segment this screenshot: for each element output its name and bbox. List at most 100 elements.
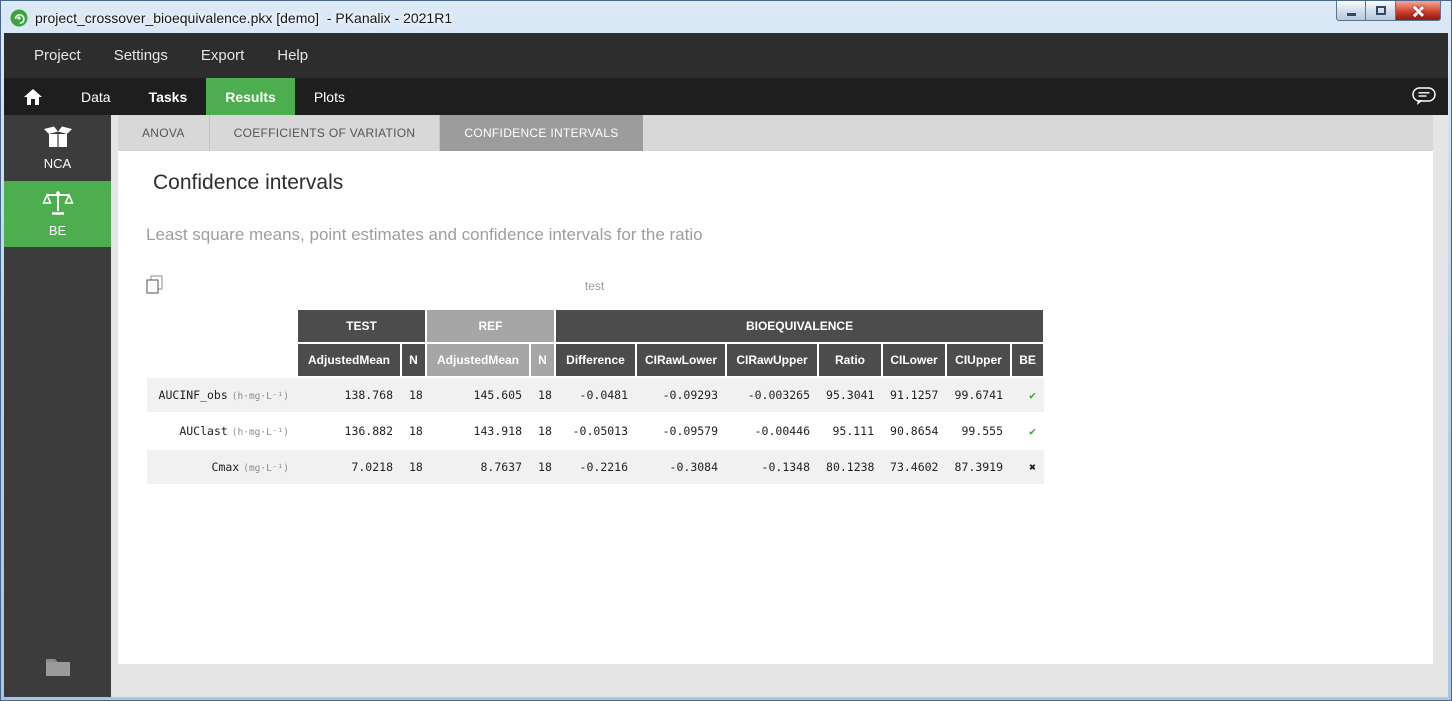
- ci-raw-lower-cell: -0.09293: [636, 377, 726, 413]
- ci-upper-cell: 99.555: [946, 413, 1011, 449]
- balance-scale-icon: [42, 190, 74, 216]
- parameter-cell: AUClast (h·mg·L⁻¹): [147, 413, 297, 449]
- parameter-unit: (h·mg·L⁻¹): [232, 427, 289, 438]
- sidebar-item-label: BE: [49, 223, 66, 238]
- minimize-icon: [1347, 13, 1356, 16]
- tab-confidence-intervals[interactable]: CONFIDENCE INTERVALS: [440, 115, 642, 151]
- parameter-unit: (mg·L⁻¹): [243, 463, 289, 474]
- app-window: project_crossover_bioequivalence.pkx [de…: [0, 0, 1452, 701]
- nav-item-plots[interactable]: Plots: [295, 78, 364, 115]
- header-ratio: Ratio: [818, 343, 882, 377]
- tab-coefficients-of-variation[interactable]: COEFFICIENTS OF VARIATION: [210, 115, 441, 151]
- table-caption-row: test: [146, 275, 1043, 295]
- ci-lower-cell: 73.4602: [882, 449, 946, 484]
- nav-item-tasks[interactable]: Tasks: [130, 78, 207, 115]
- header-test-adjusted-mean: AdjustedMean: [297, 343, 401, 377]
- table-caption: test: [146, 279, 1043, 293]
- project-folder-button[interactable]: [4, 635, 111, 697]
- table-header: PARAMETER TEST REF BIOEQUIVALENCE Adjust…: [147, 309, 1044, 377]
- close-button[interactable]: [1395, 1, 1441, 21]
- tab-anova[interactable]: ANOVA: [118, 115, 210, 151]
- test-adjusted-mean-cell: 7.0218: [297, 449, 401, 484]
- nav-item-results[interactable]: Results: [206, 78, 295, 115]
- parameter-cell: AUCINF_obs (h·mg·L⁻¹): [147, 377, 297, 413]
- ci-upper-cell: 87.3919: [946, 449, 1011, 484]
- maximize-icon: [1376, 6, 1386, 15]
- parameter-unit: (h·mg·L⁻¹): [232, 391, 289, 402]
- results-panel: Confidence intervals Least square means,…: [118, 151, 1433, 664]
- header-ci-upper: CIUpper: [946, 343, 1011, 377]
- nav-bar: Data Tasks Results Plots: [4, 78, 1448, 115]
- close-icon: [1412, 5, 1424, 17]
- header-ci-raw-lower: CIRawLower: [636, 343, 726, 377]
- header-ci-raw-upper: CIRawUpper: [726, 343, 818, 377]
- parameter-name: Cmax: [212, 460, 240, 474]
- test-adjusted-mean-cell: 136.882: [297, 413, 401, 449]
- ratio-cell: 80.1238: [818, 449, 882, 484]
- ci-upper-cell: 99.6741: [946, 377, 1011, 413]
- title-bar[interactable]: project_crossover_bioequivalence.pkx [de…: [4, 1, 1448, 33]
- ci-lower-cell: 91.1257: [882, 377, 946, 413]
- window-title: project_crossover_bioequivalence.pkx [de…: [35, 10, 452, 26]
- difference-cell: -0.2216: [555, 449, 636, 484]
- ref-n-cell: 18: [530, 377, 555, 413]
- menu-item-settings[interactable]: Settings: [114, 47, 168, 64]
- ref-adjusted-mean-cell: 8.7637: [426, 449, 530, 484]
- ratio-cell: 95.3041: [818, 377, 882, 413]
- table-row: AUClast(h·mg·L⁻¹) 136.882 18 143.918 18 …: [147, 413, 1044, 449]
- ci-raw-lower-cell: -0.3084: [636, 449, 726, 484]
- ci-raw-lower-cell: -0.09579: [636, 413, 726, 449]
- nca-box-icon: [42, 125, 74, 149]
- menu-item-export[interactable]: Export: [201, 47, 244, 64]
- header-test-n: N: [401, 343, 426, 377]
- ref-adjusted-mean-cell: 145.605: [426, 377, 530, 413]
- test-n-cell: 18: [401, 377, 426, 413]
- test-n-cell: 18: [401, 413, 426, 449]
- header-group-test: TEST: [297, 309, 426, 343]
- header-ref-adjusted-mean: AdjustedMean: [426, 343, 530, 377]
- test-n-cell: 18: [401, 449, 426, 484]
- parameter-cell: Cmax(mg·L⁻¹): [147, 449, 297, 484]
- nav-item-data[interactable]: Data: [62, 78, 130, 115]
- minimize-button[interactable]: [1336, 1, 1366, 21]
- parameter-name: AUCINF_obs: [159, 388, 228, 402]
- confidence-intervals-table: PARAMETER TEST REF BIOEQUIVALENCE Adjust…: [146, 308, 1045, 484]
- table-row: Cmax(mg·L⁻¹) 7.0218 18 8.7637 18 -0.2216…: [147, 449, 1044, 484]
- chat-button[interactable]: [1412, 78, 1436, 115]
- ci-raw-upper-cell: -0.1348: [726, 449, 818, 484]
- header-parameter: PARAMETER: [147, 309, 297, 377]
- header-group-bioequivalence: BIOEQUIVALENCE: [555, 309, 1044, 343]
- header-be: BE: [1011, 343, 1044, 377]
- ci-lower-cell: 90.8654: [882, 413, 946, 449]
- header-difference: Difference: [555, 343, 636, 377]
- menu-bar: Project Settings Export Help: [4, 33, 1448, 78]
- ref-n-cell: 18: [530, 413, 555, 449]
- ci-raw-upper-cell: -0.003265: [726, 377, 818, 413]
- ref-adjusted-mean-cell: 143.918: [426, 413, 530, 449]
- header-ci-lower: CILower: [882, 343, 946, 377]
- test-adjusted-mean-cell: 138.768: [297, 377, 401, 413]
- sidebar: NCA BE: [4, 115, 111, 697]
- table-body: AUCINF_obs(h·mg·L⁻¹) 138.768 18 145.605 …: [147, 377, 1044, 484]
- be-status-icon: ✔: [1011, 377, 1044, 413]
- sidebar-item-be[interactable]: BE: [4, 181, 111, 247]
- chat-bubble-icon: [1412, 87, 1436, 106]
- ratio-cell: 95.111: [818, 413, 882, 449]
- folder-icon: [45, 656, 71, 677]
- sidebar-item-label: NCA: [44, 156, 71, 171]
- sidebar-item-nca[interactable]: NCA: [4, 115, 111, 181]
- parameter-name: AUClast: [179, 424, 227, 438]
- page-subtitle: Least square means, point estimates and …: [146, 225, 1433, 245]
- page-title: Confidence intervals: [153, 171, 1433, 195]
- home-icon: [24, 89, 42, 105]
- maximize-button[interactable]: [1366, 1, 1395, 21]
- tab-strip: ANOVA COEFFICIENTS OF VARIATION CONFIDEN…: [118, 115, 1433, 151]
- menu-item-project[interactable]: Project: [34, 47, 81, 64]
- difference-cell: -0.05013: [555, 413, 636, 449]
- ref-n-cell: 18: [530, 449, 555, 484]
- difference-cell: -0.0481: [555, 377, 636, 413]
- menu-item-help[interactable]: Help: [277, 47, 308, 64]
- home-button[interactable]: [4, 78, 62, 115]
- header-group-ref: REF: [426, 309, 555, 343]
- ci-raw-upper-cell: -0.00446: [726, 413, 818, 449]
